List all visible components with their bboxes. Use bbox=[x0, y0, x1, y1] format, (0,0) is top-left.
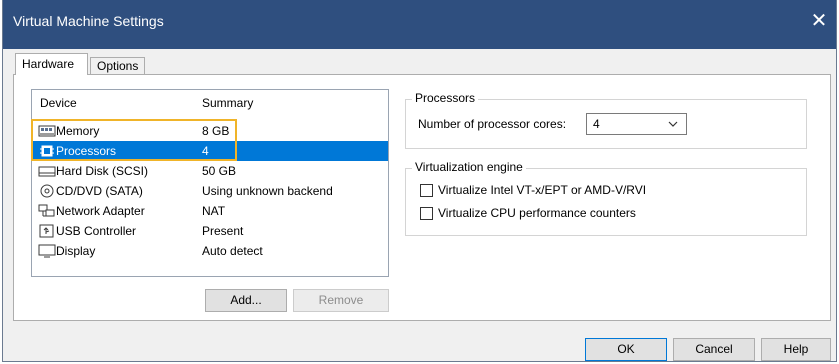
close-icon[interactable]: ✕ bbox=[808, 8, 830, 34]
processors-group-title: Processors bbox=[412, 91, 479, 105]
device-column-header[interactable]: Device bbox=[40, 96, 77, 110]
remove-button[interactable]: Remove bbox=[293, 289, 389, 312]
title-bar[interactable]: Virtual Machine Settings ✕ bbox=[3, 0, 836, 49]
device-summary: NAT bbox=[202, 204, 226, 218]
processor-cores-label: Number of processor cores: bbox=[418, 117, 567, 131]
usb-controller-icon bbox=[39, 224, 54, 238]
device-summary: Auto detect bbox=[202, 244, 263, 258]
device-row-processors[interactable]: Processors 4 bbox=[32, 141, 388, 161]
device-summary: 8 GB bbox=[202, 124, 230, 138]
device-list[interactable]: Device Summary Memory 8 GB Processors 4 … bbox=[31, 89, 389, 277]
virtualization-engine-group bbox=[405, 168, 807, 236]
device-name: Hard Disk (SCSI) bbox=[56, 164, 149, 178]
virtualization-engine-group-title: Virtualization engine bbox=[412, 160, 526, 174]
device-row-display[interactable]: Display Auto detect bbox=[32, 241, 388, 261]
tab-options[interactable]: Options bbox=[90, 57, 145, 75]
processor-icon bbox=[40, 145, 54, 157]
cancel-button[interactable]: Cancel bbox=[673, 338, 755, 361]
add-button[interactable]: Add... bbox=[205, 289, 287, 312]
tab-hardware[interactable]: Hardware bbox=[15, 53, 88, 75]
summary-column-header[interactable]: Summary bbox=[202, 96, 253, 110]
virtualize-vtx-label[interactable]: Virtualize Intel VT-x/EPT or AMD-V/RVI bbox=[438, 183, 646, 197]
processor-cores-select[interactable]: 4 bbox=[586, 113, 687, 135]
virtualize-perf-counters-label[interactable]: Virtualize CPU performance counters bbox=[438, 206, 636, 220]
device-row-hard-disk[interactable]: Hard Disk (SCSI) 50 GB bbox=[32, 161, 388, 181]
device-name: CD/DVD (SATA) bbox=[56, 184, 143, 198]
display-icon bbox=[38, 244, 56, 258]
device-row-usb-controller[interactable]: USB Controller Present bbox=[32, 221, 388, 241]
device-summary: 4 bbox=[202, 144, 209, 158]
device-summary: Present bbox=[202, 224, 244, 238]
ok-button[interactable]: OK bbox=[585, 338, 667, 361]
device-name: Network Adapter bbox=[56, 204, 145, 218]
device-summary: 50 GB bbox=[202, 164, 237, 178]
chevron-down-icon bbox=[668, 114, 678, 140]
memory-icon bbox=[38, 125, 56, 137]
network-adapter-icon bbox=[38, 204, 55, 217]
processor-cores-value: 4 bbox=[593, 117, 600, 131]
device-summary: Using unknown backend bbox=[202, 184, 333, 198]
device-name: Memory bbox=[56, 124, 100, 138]
device-row-cd-dvd[interactable]: CD/DVD (SATA) Using unknown backend bbox=[32, 181, 388, 201]
device-name: USB Controller bbox=[56, 224, 137, 238]
help-button[interactable]: Help bbox=[761, 338, 831, 361]
window-title: Virtual Machine Settings bbox=[13, 13, 164, 29]
device-row-memory[interactable]: Memory 8 GB bbox=[32, 121, 388, 141]
hard-disk-icon bbox=[38, 166, 56, 177]
device-row-network-adapter[interactable]: Network Adapter NAT bbox=[32, 201, 388, 221]
virtualize-perf-counters-checkbox[interactable] bbox=[420, 207, 433, 220]
cd-dvd-icon bbox=[40, 184, 54, 198]
virtualize-vtx-checkbox[interactable] bbox=[420, 184, 433, 197]
device-name: Processors bbox=[56, 144, 117, 158]
device-name: Display bbox=[56, 244, 96, 258]
